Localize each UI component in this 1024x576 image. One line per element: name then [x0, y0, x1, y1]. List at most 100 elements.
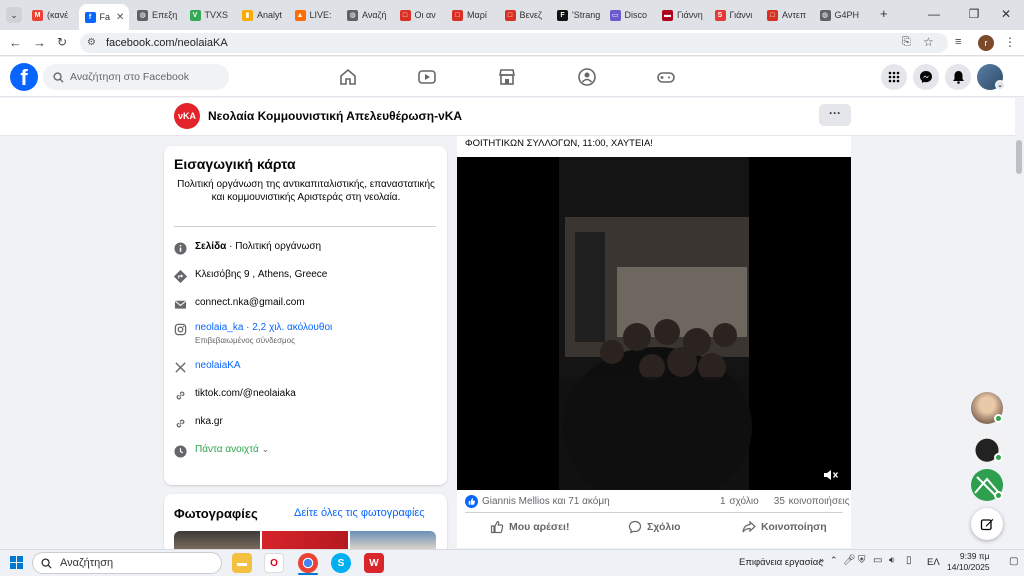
reading-list-icon[interactable]: ≡	[955, 36, 961, 48]
taskbar-search-placeholder: Αναζήτηση	[60, 557, 114, 569]
profile-avatar[interactable]: r	[978, 35, 994, 51]
close-window-button[interactable]: ✕	[988, 4, 1024, 24]
windows-start-icon[interactable]	[10, 556, 23, 569]
directions-icon	[174, 270, 187, 283]
online-indicator	[994, 491, 1003, 500]
tab-favicon-icon: ▭	[609, 9, 621, 21]
website-link[interactable]: nka.gr	[195, 416, 223, 427]
forward-icon[interactable]: →	[33, 35, 46, 50]
reaction-summary[interactable]: Giannis Mellios και 71 ακόμη	[465, 495, 610, 508]
page-logo[interactable]: νKA	[174, 103, 200, 129]
browser-tab[interactable]: ◍ G4PH	[814, 4, 865, 26]
toolbar-expand-icon[interactable]: »	[819, 555, 824, 565]
comment-icon	[628, 520, 642, 534]
skype-icon[interactable]: S	[331, 553, 351, 573]
browser-tab[interactable]: □ Οι αν	[394, 4, 445, 26]
wps-office-icon[interactable]: W	[364, 553, 384, 573]
share-button[interactable]: Κοινοποίηση	[742, 520, 827, 534]
video-icon[interactable]	[417, 67, 437, 87]
browser-tab[interactable]: f Fa ✕	[78, 4, 129, 30]
browser-tab[interactable]: ▭ Disco	[604, 4, 655, 26]
facebook-logo[interactable]: f	[10, 63, 38, 91]
search-placeholder: Αναζήτηση στο Facebook	[70, 71, 189, 83]
browser-tab[interactable]: □ Αντεπ	[761, 4, 812, 26]
video-frame	[457, 157, 851, 490]
close-tab-icon[interactable]: ✕	[116, 12, 124, 23]
account-chevron-icon[interactable]: ⌄	[995, 80, 1005, 90]
intro-address-row: Κλεισόβης 9 , Athens, Greece	[174, 269, 327, 283]
post-video[interactable]	[457, 157, 851, 490]
email-icon	[174, 300, 187, 309]
browser-tab[interactable]: □ Μαρί	[446, 4, 497, 26]
new-message-button[interactable]	[971, 508, 1003, 540]
home-icon[interactable]	[338, 67, 358, 87]
browser-tab[interactable]: S Γιάννι	[709, 4, 760, 26]
reload-icon[interactable]: ↻	[57, 35, 67, 49]
online-indicator	[994, 414, 1003, 423]
comment-label: Σχόλιο	[647, 521, 681, 533]
tab-label: LIVE:	[309, 10, 332, 20]
tab-label: Οι αν	[414, 10, 436, 20]
photo-thumbnail[interactable]	[262, 531, 348, 549]
bookmark-star-icon[interactable]: ☆	[923, 35, 934, 49]
browser-tab[interactable]: ◍ Επεξη	[131, 4, 182, 26]
browser-tab[interactable]: F 'Strang	[551, 4, 602, 26]
mute-icon[interactable]	[823, 468, 839, 482]
facebook-search-input[interactable]: Αναζήτηση στο Facebook	[43, 64, 229, 90]
desktop-toolbar-label[interactable]: Επιφάνεια εργασίας	[739, 557, 823, 568]
see-all-photos-link[interactable]: Δείτε όλες τις φωτογραφίες	[294, 507, 425, 519]
minimize-button[interactable]: —	[914, 4, 954, 24]
instagram-link[interactable]: neolaia_ka · 2,2 χιλ. ακόλουθοι	[195, 322, 332, 333]
browser-menu-icon[interactable]: ⋮	[1004, 35, 1016, 49]
back-icon[interactable]: ←	[9, 35, 22, 50]
photo-thumbnail[interactable]	[174, 531, 260, 549]
share-count[interactable]: 35 κοινοποιήσεις	[774, 496, 850, 507]
photo-thumbnail[interactable]	[350, 531, 436, 549]
scrollbar-thumb[interactable]	[1016, 140, 1022, 174]
comment-count[interactable]: 1 σχόλιο	[720, 496, 759, 507]
tab-label: Βενεζ	[519, 10, 543, 20]
page-more-button[interactable]: ···	[819, 104, 851, 126]
marketplace-icon[interactable]	[497, 67, 517, 87]
volume-icon[interactable]: 🔉︎	[889, 555, 895, 566]
x-link[interactable]: neolaiaKA	[195, 360, 241, 371]
new-tab-button[interactable]: +	[880, 6, 888, 21]
taskbar-search-input[interactable]: Αναζήτηση	[32, 552, 222, 574]
messenger-button[interactable]	[913, 64, 939, 90]
browser-tab[interactable]: M (κανέ	[26, 4, 77, 26]
battery-icon[interactable]: ▯	[906, 555, 912, 566]
hours-text[interactable]: Πάντα ανοιχτά ⌄	[195, 444, 269, 455]
opera-icon[interactable]: O	[264, 553, 284, 573]
security-icon[interactable]: ⛨	[858, 555, 866, 566]
intro-tiktok-row: tiktok.com/@neolaiaka	[174, 388, 296, 402]
comment-button[interactable]: Σχόλιο	[628, 520, 681, 534]
category-value: · Πολιτική οργάνωση	[226, 241, 322, 252]
browser-tab[interactable]: ▮ Analyt	[236, 4, 287, 26]
groups-icon[interactable]	[577, 67, 597, 87]
tab-label: G4PH	[834, 10, 860, 20]
chrome-icon[interactable]	[298, 553, 318, 573]
menu-grid-button[interactable]	[881, 64, 907, 90]
gaming-icon[interactable]	[656, 67, 676, 87]
site-settings-icon[interactable]: ⚙	[87, 37, 96, 48]
browser-tab[interactable]: ◍ Αναζή	[341, 4, 392, 26]
page-name[interactable]: Νεολαία Κομμουνιστική Απελευθέρωση-νΚΑ	[208, 109, 462, 123]
address-text[interactable]: Κλεισόβης 9 , Athens, Greece	[195, 269, 327, 280]
notifications-button[interactable]	[945, 64, 971, 90]
browser-tab[interactable]: □ Βενεζ	[499, 4, 550, 26]
tab-search-button[interactable]: ⌄	[6, 7, 22, 23]
browser-tab[interactable]: ▲ LIVE:	[289, 4, 340, 26]
language-indicator[interactable]: ΕΛ	[927, 557, 940, 568]
file-explorer-icon[interactable]: ▬	[232, 553, 252, 573]
browser-tab[interactable]: ▬ Γιάννη	[656, 4, 707, 26]
tray-overflow-icon[interactable]: ⌃	[830, 555, 838, 566]
email-text[interactable]: connect.nka@gmail.com	[195, 297, 305, 308]
notifications-center-icon[interactable]: ▢	[1009, 556, 1018, 567]
microphone-icon[interactable]: 🎤︎	[843, 555, 856, 566]
install-app-icon[interactable]: ⎘	[902, 36, 911, 49]
tiktok-link[interactable]: tiktok.com/@neolaiaka	[195, 388, 296, 399]
like-button[interactable]: Μου αρέσει!	[490, 520, 569, 534]
taskbar-clock[interactable]: 9:39 πμ 14/10/2025	[947, 551, 990, 573]
network-icon[interactable]: ▭	[873, 555, 882, 566]
browser-tab[interactable]: V TVXS	[184, 4, 235, 26]
